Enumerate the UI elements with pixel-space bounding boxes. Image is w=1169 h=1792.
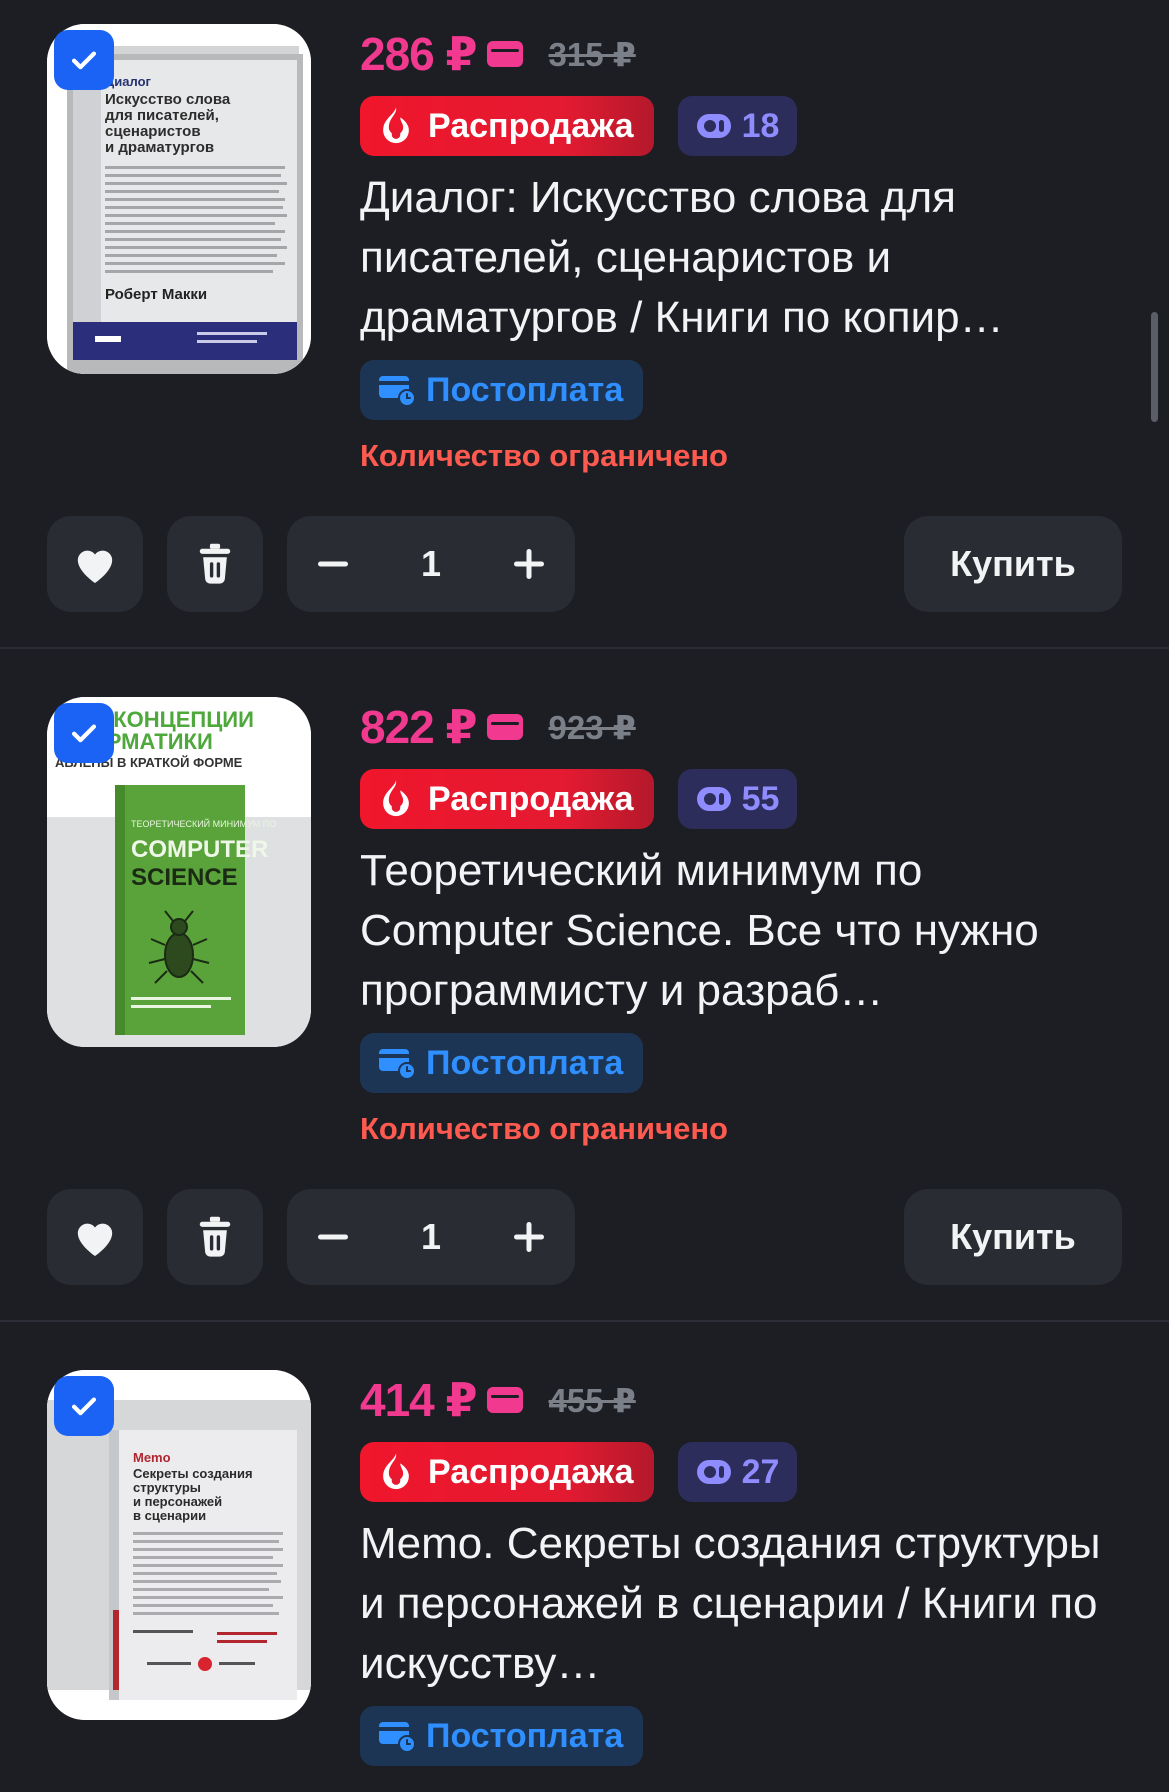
- svg-text:SCIENCE: SCIENCE: [131, 864, 238, 891]
- postpay-badge[interactable]: Постоплата: [360, 360, 644, 420]
- quantity-value: 1: [420, 1216, 442, 1257]
- select-checkbox[interactable]: [54, 30, 114, 90]
- svg-text:COMPUTER: COMPUTER: [131, 836, 268, 863]
- badges: Распродажа 55: [360, 769, 798, 829]
- cart-item: Memo Секреты создания структуры и персон…: [0, 1346, 1169, 1792]
- buy-button[interactable]: Купить: [904, 516, 1122, 612]
- reviews-badge[interactable]: 27: [677, 1442, 798, 1502]
- svg-text:и персонажей: и персонажей: [133, 1494, 222, 1509]
- sale-label: Распродажа: [428, 1452, 634, 1491]
- svg-text:сценаристов: сценаристов: [105, 123, 201, 140]
- reviews-count: 27: [741, 1452, 780, 1491]
- svg-text:в сценарии: в сценарии: [133, 1508, 206, 1523]
- price-row: 414 ₽ 455 ₽: [360, 1372, 636, 1428]
- postpay-badge[interactable]: Постоплата: [360, 1033, 644, 1093]
- reviews-badge[interactable]: 18: [677, 96, 798, 156]
- favorite-button[interactable]: [47, 516, 143, 612]
- plus-icon[interactable]: [509, 1217, 549, 1257]
- buy-button[interactable]: Купить: [904, 1189, 1122, 1285]
- minus-icon[interactable]: [313, 544, 353, 584]
- reviews-icon: [696, 787, 731, 811]
- delete-button[interactable]: [167, 516, 263, 612]
- cart-list: Диалог Искусство слова для писателей, сц…: [0, 0, 1169, 1792]
- badges: Распродажа 18: [360, 96, 798, 156]
- cart-item: Диалог Искусство слова для писателей, сц…: [0, 0, 1169, 645]
- postpay-badge[interactable]: Постоплата: [360, 1706, 644, 1766]
- item-divider: [0, 647, 1169, 649]
- stock-note: Количество ограничено: [360, 1111, 728, 1146]
- svg-text:ТЕОРЕТИЧЕСКИЙ МИНИМУМ ПО: ТЕОРЕТИЧЕСКИЙ МИНИМУМ ПО: [131, 818, 276, 829]
- postpay-card-icon: [379, 376, 416, 407]
- heart-icon: [77, 550, 113, 584]
- reviews-icon: [696, 114, 731, 138]
- check-icon: [71, 724, 97, 743]
- item-divider: [0, 1320, 1169, 1322]
- plus-icon[interactable]: [509, 544, 549, 584]
- reviews-badge[interactable]: 55: [677, 769, 798, 829]
- check-icon: [71, 51, 97, 70]
- product-title[interactable]: Диалог: Искусство слова для писателей, с…: [360, 168, 1120, 348]
- stock-note: Количество ограничено: [360, 438, 728, 473]
- svg-text:структуры: структуры: [133, 1480, 201, 1495]
- cart-item: НЫЕ КОНЦЕПЦИИ НФОРМАТИКИ АВЛЕНЫ В КРАТКО…: [0, 673, 1169, 1318]
- fire-icon: [383, 107, 409, 144]
- svg-text:для писателей,: для писателей,: [105, 107, 219, 124]
- quantity-value: 1: [420, 543, 442, 584]
- postpay-label: Постоплата: [426, 1716, 624, 1755]
- price: 414 ₽: [360, 1374, 478, 1426]
- old-price: 923 ₽: [548, 708, 636, 746]
- old-price: 315 ₽: [548, 35, 636, 73]
- svg-text:Memo: Memo: [133, 1450, 171, 1465]
- wallet-icon: [486, 1387, 523, 1413]
- reviews-count: 18: [741, 106, 780, 145]
- postpay-label: Постоплата: [426, 370, 624, 409]
- minus-icon[interactable]: [313, 1217, 353, 1257]
- price-row: 822 ₽ 923 ₽: [360, 699, 636, 755]
- svg-text:Искусство слова: Искусство слова: [105, 91, 231, 108]
- quantity-stepper: 1: [287, 1189, 575, 1285]
- reviews-icon: [696, 1460, 731, 1484]
- trash-icon: [199, 543, 231, 584]
- svg-text:Роберт Макки: Роберт Макки: [105, 286, 207, 303]
- product-title[interactable]: Memo. Секреты создания структуры и персо…: [360, 1514, 1120, 1694]
- postpay-card-icon: [379, 1049, 416, 1080]
- product-title[interactable]: Теоретический минимум по Computer Scienc…: [360, 841, 1120, 1021]
- sale-label: Распродажа: [428, 106, 634, 145]
- svg-text:и драматургов: и драматургов: [105, 139, 214, 156]
- postpay-label: Постоплата: [426, 1043, 624, 1082]
- select-checkbox[interactable]: [54, 703, 114, 763]
- sale-badge[interactable]: Распродажа: [360, 1442, 654, 1502]
- wallet-icon: [486, 714, 523, 740]
- fire-icon: [383, 1453, 409, 1490]
- item-actions: 1 Купить: [47, 516, 1122, 612]
- price-row: 286 ₽ 315 ₽: [360, 26, 636, 82]
- sale-badge[interactable]: Распродажа: [360, 96, 654, 156]
- select-checkbox[interactable]: [54, 1376, 114, 1436]
- item-actions: 1 Купить: [47, 1189, 1122, 1285]
- scrollbar[interactable]: [1151, 312, 1158, 422]
- badges: Распродажа 27: [360, 1442, 798, 1502]
- delete-button[interactable]: [167, 1189, 263, 1285]
- quantity-stepper: 1: [287, 516, 575, 612]
- price: 286 ₽: [360, 28, 478, 80]
- heart-icon: [77, 1223, 113, 1257]
- postpay-card-icon: [379, 1722, 416, 1753]
- trash-icon: [199, 1216, 231, 1257]
- wallet-icon: [486, 41, 523, 67]
- check-icon: [71, 1397, 97, 1416]
- fire-icon: [383, 780, 409, 817]
- price: 822 ₽: [360, 701, 478, 753]
- reviews-count: 55: [741, 779, 780, 818]
- sale-badge[interactable]: Распродажа: [360, 769, 654, 829]
- favorite-button[interactable]: [47, 1189, 143, 1285]
- sale-label: Распродажа: [428, 779, 634, 818]
- svg-text:Секреты создания: Секреты создания: [133, 1466, 253, 1481]
- old-price: 455 ₽: [548, 1381, 636, 1419]
